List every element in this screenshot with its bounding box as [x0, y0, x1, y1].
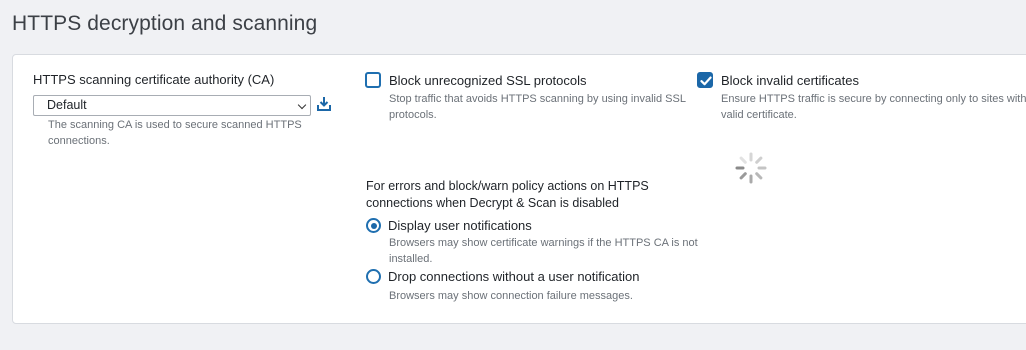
ca-help-text: The scanning CA is used to secure scanne…	[48, 119, 302, 147]
block-ssl-checkbox[interactable]	[365, 72, 381, 88]
spinner-icon	[735, 152, 767, 184]
checkmark-icon	[700, 76, 712, 86]
radio-drop-connections-label[interactable]: Drop connections without a user notifica…	[388, 269, 639, 284]
ca-label: HTTPS scanning certificate authority (CA…	[33, 72, 275, 87]
radio-display-notifications-label[interactable]: Display user notifications	[388, 218, 532, 233]
section-title: HTTPS decryption and scanning	[12, 12, 318, 35]
block-invalid-certs-help: Ensure HTTPS traffic is secure by connec…	[721, 93, 1026, 121]
ca-select-value: Default	[47, 98, 87, 112]
radio-display-notifications-help: Browsers may show certificate warnings i…	[389, 237, 698, 265]
block-invalid-certs-label[interactable]: Block invalid certificates	[721, 73, 859, 88]
chevron-down-icon	[297, 100, 307, 110]
block-ssl-label[interactable]: Block unrecognized SSL protocols	[389, 73, 587, 88]
radio-drop-connections[interactable]	[366, 269, 381, 284]
policy-description: For errors and block/warn policy actions…	[366, 179, 649, 210]
download-icon[interactable]	[316, 96, 332, 112]
ca-select[interactable]: Default	[33, 95, 311, 116]
radio-display-notifications[interactable]	[366, 218, 381, 233]
block-invalid-certs-checkbox[interactable]	[697, 72, 713, 88]
block-ssl-help: Stop traffic that avoids HTTPS scanning …	[389, 93, 686, 121]
radio-drop-connections-help: Browsers may show connection failure mes…	[389, 290, 633, 302]
